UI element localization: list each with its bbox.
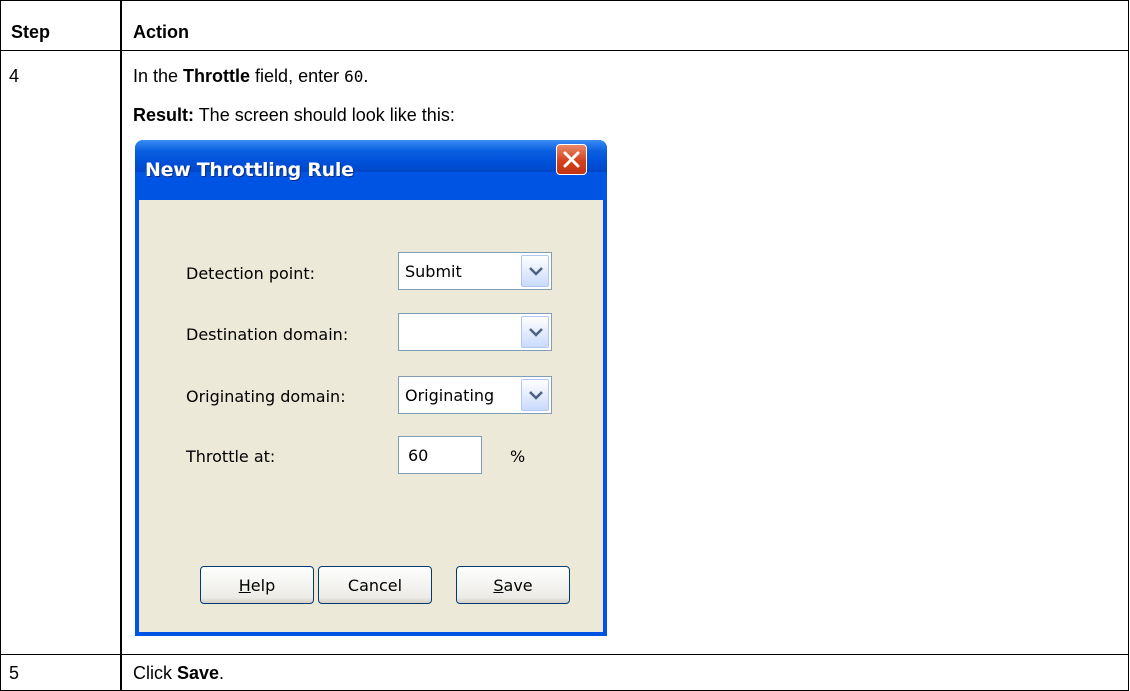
throttle-at-input[interactable]: 60 <box>398 436 482 474</box>
chevron-down-icon[interactable] <box>521 316 549 348</box>
header-step: Step <box>11 22 51 42</box>
table-border-left <box>0 0 1 691</box>
header-action: Action <box>133 22 189 42</box>
header-divider <box>0 50 1129 51</box>
detection-point-value: Submit <box>405 262 462 281</box>
help-button[interactable]: Help <box>200 566 314 604</box>
table-border-top <box>0 0 1129 1</box>
dialog-titlebar: New Throttling Rule <box>135 140 607 181</box>
entry-value: 60 <box>344 67 364 86</box>
destination-domain-label: Destination domain: <box>186 325 349 344</box>
new-throttling-rule-dialog: New Throttling Rule Detection point: Sub… <box>135 140 607 636</box>
detection-point-label: Detection point: <box>186 264 316 283</box>
field-name: Throttle <box>183 66 251 86</box>
originating-domain-select[interactable]: Originating <box>398 376 552 414</box>
save-target: Save <box>177 663 220 683</box>
originating-domain-label: Originating domain: <box>186 387 346 406</box>
table-border-right <box>1128 0 1129 691</box>
row-step-number: 5 <box>9 663 20 683</box>
originating-domain-value: Originating <box>405 386 495 405</box>
row-step-number: 4 <box>9 66 20 86</box>
dialog-title: New Throttling Rule <box>145 159 354 181</box>
cancel-button[interactable]: Cancel <box>318 566 432 604</box>
step-result: Result: The screen should look like this… <box>133 105 455 125</box>
throttle-at-value: 60 <box>408 446 429 465</box>
column-divider <box>120 0 122 691</box>
row-divider <box>0 654 1129 655</box>
step-instruction: In the Throttle field, enter 60. <box>133 66 369 86</box>
save-button[interactable]: Save <box>456 566 570 604</box>
close-x-icon[interactable] <box>556 144 587 175</box>
step-instruction: Click Save. <box>133 663 225 683</box>
chevron-down-icon[interactable] <box>521 255 549 287</box>
chevron-down-icon[interactable] <box>521 379 549 411</box>
destination-domain-select[interactable] <box>398 313 552 351</box>
procedure-table: Step Action 4 In the Throttle field, ent… <box>0 0 1129 691</box>
throttle-at-label: Throttle at: <box>186 447 276 466</box>
percent-unit: % <box>510 447 526 466</box>
detection-point-select[interactable]: Submit <box>398 252 552 290</box>
result-label: Result: <box>133 105 195 125</box>
